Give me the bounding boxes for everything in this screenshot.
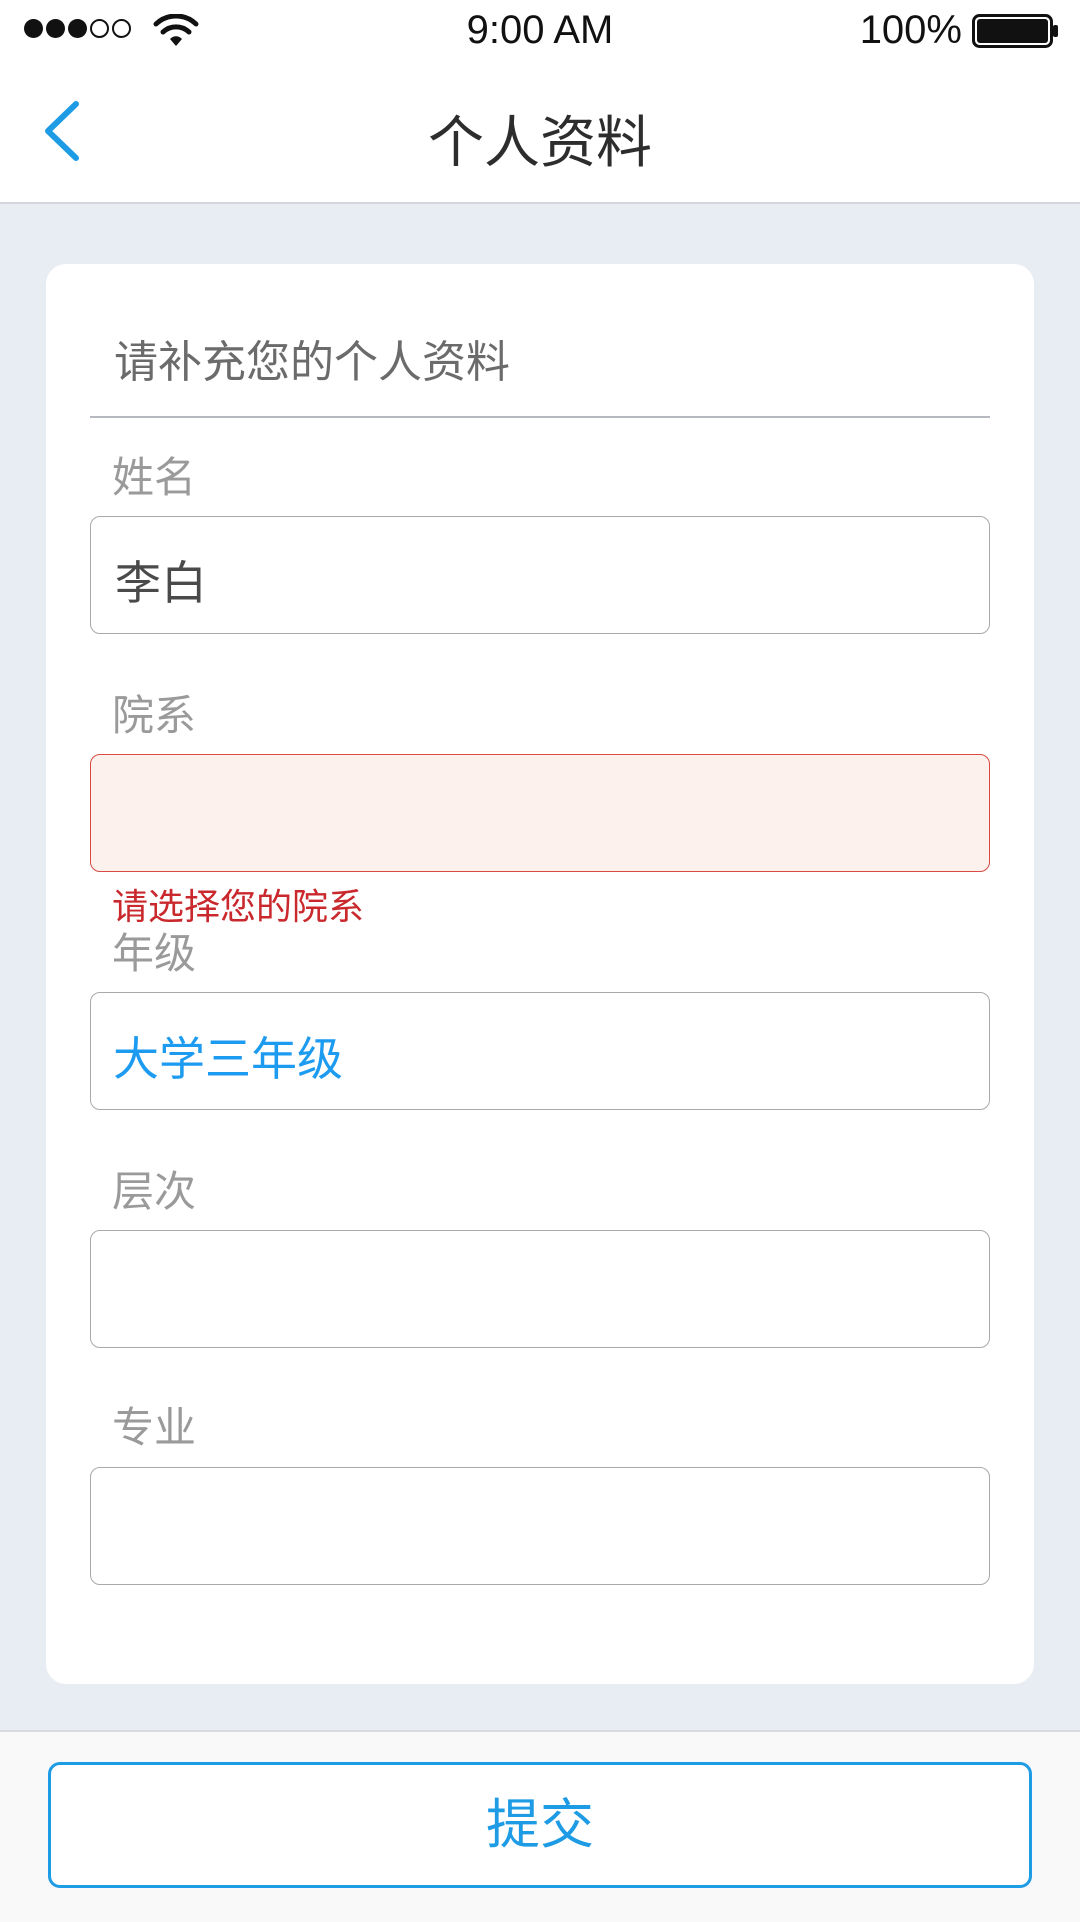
level-label: 层次 <box>112 1167 197 1216</box>
form-header-text: 请补充您的个人资料 <box>114 337 510 388</box>
grade-field[interactable]: 大学三年级 <box>90 992 990 1110</box>
name-field[interactable]: 李白 <box>90 516 990 634</box>
level-field[interactable] <box>90 1230 990 1348</box>
form-header: 请补充您的个人资料 <box>90 264 990 418</box>
page-title: 个人资料 <box>428 111 652 176</box>
department-field[interactable] <box>90 754 990 872</box>
battery-percent: 100% <box>859 8 962 52</box>
status-bar: 9:00 AM 100% <box>0 0 1080 60</box>
battery-icon <box>972 14 1058 48</box>
grade-label: 年级 <box>112 929 197 978</box>
name-label: 姓名 <box>112 453 197 502</box>
name-value: 李白 <box>115 556 207 610</box>
submit-button[interactable]: 提交 <box>48 1762 1032 1888</box>
major-field[interactable] <box>90 1467 990 1585</box>
grade-value: 大学三年级 <box>113 1032 343 1086</box>
nav-bar: 个人资料 <box>0 60 1080 204</box>
profile-form-card: 请补充您的个人资料 姓名 李白 院系 请选择您的院系 年级 大学三年级 层次 专… <box>46 264 1034 1684</box>
major-label: 专业 <box>112 1403 197 1452</box>
bottom-bar: 提交 <box>0 1730 1080 1922</box>
department-label: 院系 <box>112 691 197 740</box>
